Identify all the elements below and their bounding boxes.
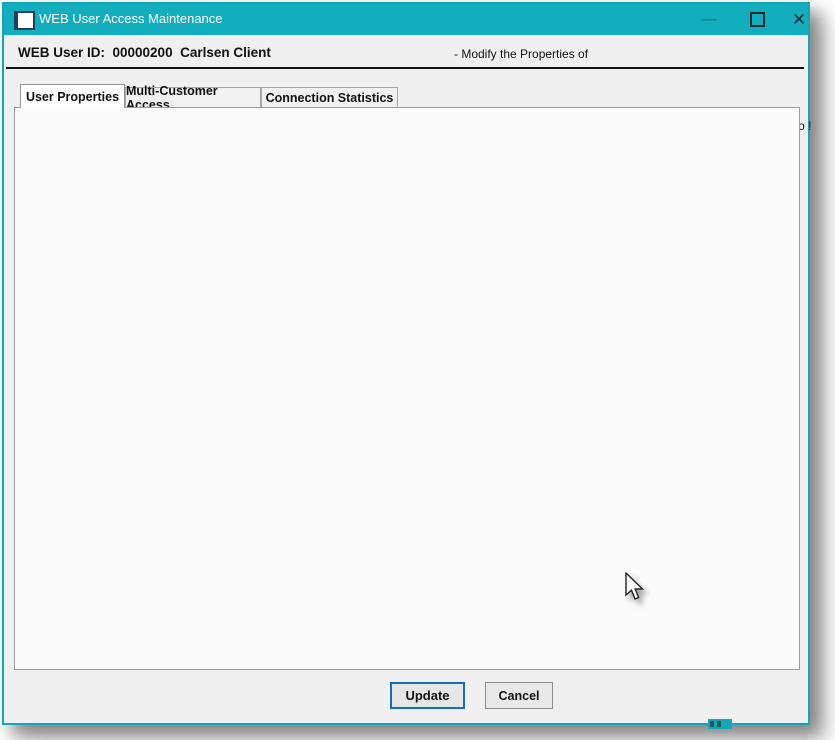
update-button[interactable]: Update [390,682,465,709]
header-divider [6,67,804,69]
tab-connection-statistics[interactable]: Connection Statistics [261,87,398,108]
tab-user-properties[interactable]: User Properties [20,84,125,108]
screen: WEB User Access Maintenance — ✕ WEB User… [0,0,835,740]
mouse-cursor [624,572,648,602]
tab-multi-customer-access[interactable]: Multi-Customer Access [125,87,261,108]
window-title: WEB User Access Maintenance [39,11,223,26]
user-properties-panel [14,107,800,670]
maximize-button[interactable] [740,4,774,35]
maximize-icon [750,12,765,27]
window-form-icon [14,11,35,30]
minimize-button[interactable]: — [692,4,726,35]
web-user-access-maintenance-window: WEB User Access Maintenance — ✕ WEB User… [2,2,810,725]
web-user-id-header: WEB User ID: 00000200 Carlsen Client [18,45,271,60]
title-bar[interactable]: WEB User Access Maintenance — ✕ [4,4,808,35]
close-button[interactable]: ✕ [782,4,816,35]
cancel-button[interactable]: Cancel [485,682,553,709]
background-window-fragment [708,719,732,729]
modify-properties-label: - Modify the Properties of [454,47,588,61]
